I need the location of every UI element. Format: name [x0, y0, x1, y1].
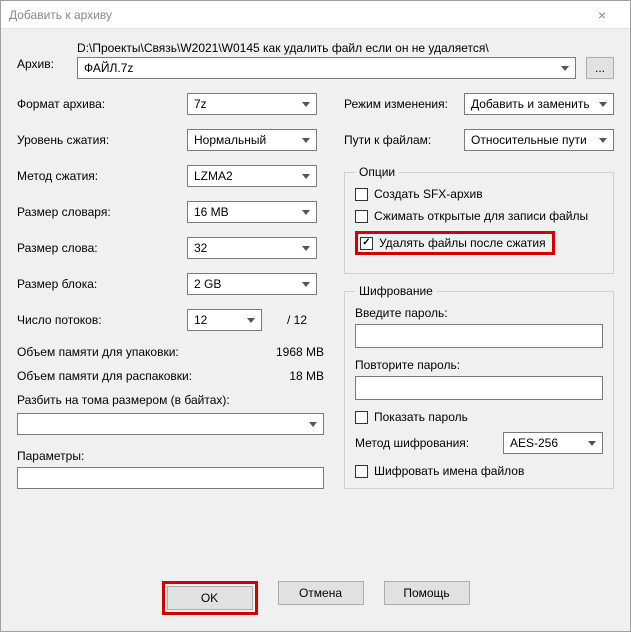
- pwd2-label: Повторите пароль:: [355, 358, 603, 372]
- level-label: Уровень сжатия:: [17, 133, 187, 147]
- delete-highlight: Удалять файлы после сжатия: [355, 231, 555, 255]
- mode-label: Режим изменения:: [344, 97, 464, 111]
- dialog-window: Добавить к архиву × Архив: D:\Проекты\Св…: [0, 0, 631, 632]
- pwd-input[interactable]: [355, 324, 603, 348]
- left-column: Формат архива: 7z Уровень сжатия: Нормал…: [17, 93, 324, 499]
- paths-select[interactable]: Относительные пути: [464, 129, 614, 151]
- pwd-label: Введите пароль:: [355, 306, 603, 320]
- format-label: Формат архива:: [17, 97, 187, 111]
- window-title: Добавить к архиву: [9, 8, 582, 22]
- show-pwd-checkbox[interactable]: [355, 411, 368, 424]
- delete-checkbox[interactable]: [360, 237, 373, 250]
- paths-label: Пути к файлам:: [344, 133, 464, 147]
- enc-method-label: Метод шифрования:: [355, 436, 503, 450]
- encryption-group: Шифрование Введите пароль: Повторите пар…: [344, 284, 614, 489]
- level-select[interactable]: Нормальный: [187, 129, 317, 151]
- right-column: Режим изменения: Добавить и заменить Пут…: [344, 93, 614, 499]
- titlebar: Добавить к архиву ×: [1, 1, 630, 29]
- options-legend: Опции: [355, 165, 399, 179]
- ok-highlight: OK: [162, 581, 258, 615]
- mem-pack-label: Объем памяти для упаковки:: [17, 345, 179, 359]
- shared-label: Сжимать открытые для записи файлы: [374, 209, 588, 223]
- show-pwd-label: Показать пароль: [374, 410, 468, 424]
- dialog-content: Архив: D:\Проекты\Связь\W2021\W0145 как …: [1, 29, 630, 631]
- encryption-legend: Шифрование: [355, 284, 437, 298]
- word-label: Размер слова:: [17, 241, 187, 255]
- word-select[interactable]: 32: [187, 237, 317, 259]
- cancel-button[interactable]: Отмена: [278, 581, 364, 605]
- split-label: Разбить на тома размером (в байтах):: [17, 393, 324, 407]
- params-label: Параметры:: [17, 449, 324, 463]
- shared-checkbox[interactable]: [355, 210, 368, 223]
- split-select[interactable]: [17, 413, 324, 435]
- method-select[interactable]: LZMA2: [187, 165, 317, 187]
- button-bar: OK Отмена Помощь: [1, 581, 630, 615]
- threads-select[interactable]: 12: [187, 309, 262, 331]
- block-label: Размер блока:: [17, 277, 187, 291]
- archive-label: Архив:: [17, 41, 77, 71]
- enc-names-checkbox[interactable]: [355, 465, 368, 478]
- close-icon[interactable]: ×: [582, 7, 622, 23]
- mem-unpack-label: Объем памяти для распаковки:: [17, 369, 192, 383]
- mem-pack-value: 1968 MB: [276, 345, 324, 359]
- enc-method-select[interactable]: AES-256: [503, 432, 603, 454]
- pwd2-input[interactable]: [355, 376, 603, 400]
- enc-names-label: Шифровать имена файлов: [374, 464, 524, 478]
- help-button[interactable]: Помощь: [384, 581, 470, 605]
- mode-select[interactable]: Добавить и заменить: [464, 93, 614, 115]
- sfx-label: Создать SFX-архив: [374, 187, 483, 201]
- archive-name-input[interactable]: ФАЙЛ.7z: [77, 57, 576, 79]
- dict-label: Размер словаря:: [17, 205, 187, 219]
- archive-path: D:\Проекты\Связь\W2021\W0145 как удалить…: [77, 41, 614, 55]
- mem-unpack-value: 18 MB: [289, 369, 324, 383]
- delete-label: Удалять файлы после сжатия: [379, 236, 546, 250]
- threads-max: / 12: [262, 313, 307, 327]
- params-input[interactable]: [17, 467, 324, 489]
- options-group: Опции Создать SFX-архив Сжимать открытые…: [344, 165, 614, 274]
- browse-button[interactable]: ...: [586, 57, 614, 79]
- ok-button[interactable]: OK: [167, 586, 253, 610]
- method-label: Метод сжатия:: [17, 169, 187, 183]
- threads-label: Число потоков:: [17, 313, 187, 327]
- dict-select[interactable]: 16 MB: [187, 201, 317, 223]
- format-select[interactable]: 7z: [187, 93, 317, 115]
- sfx-checkbox[interactable]: [355, 188, 368, 201]
- block-select[interactable]: 2 GB: [187, 273, 317, 295]
